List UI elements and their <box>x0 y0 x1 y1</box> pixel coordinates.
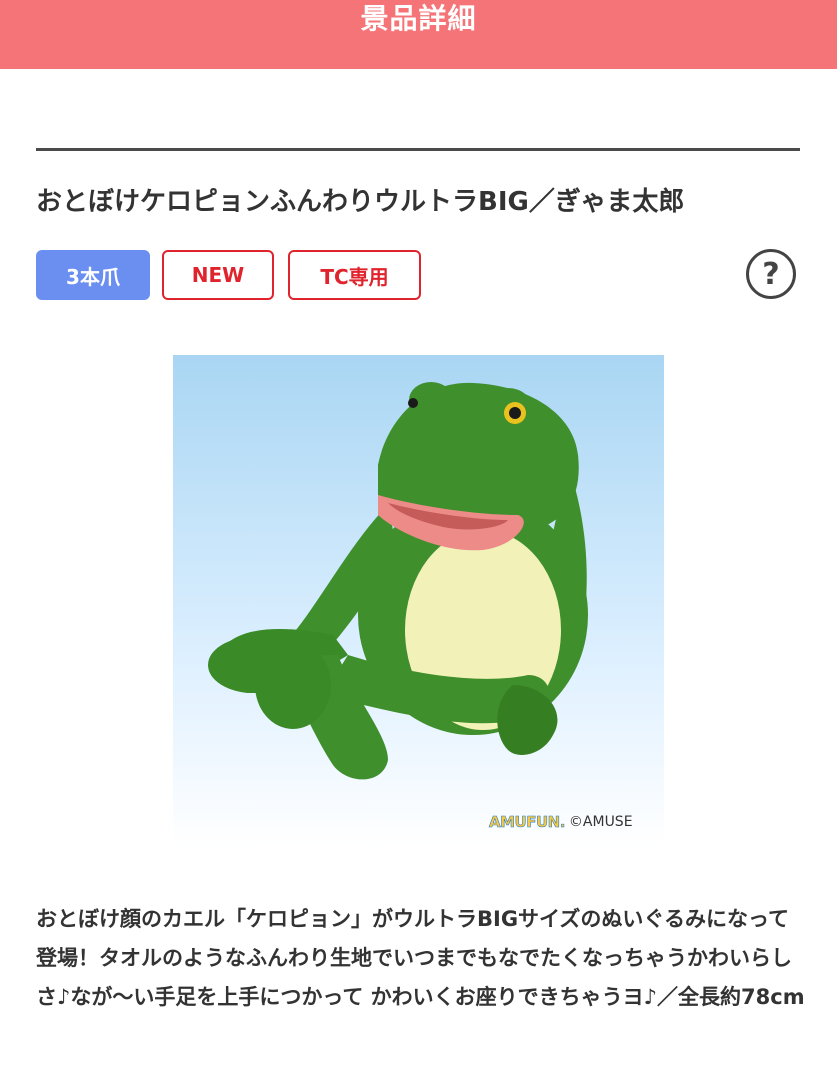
product-image: AMUFUN. ©AMUSE <box>173 355 664 846</box>
tag-claw-type: 3本爪 <box>36 250 150 300</box>
amufun-logo: AMUFUN. <box>489 813 566 832</box>
image-credit: AMUFUN. ©AMUSE <box>489 813 633 832</box>
product-description: おとぼけ顔のカエル「ケロピョン」がウルトラBIGサイズのぬいぐるみになって登場！… <box>36 907 805 1009</box>
question-circle-icon[interactable]: ? <box>746 249 796 299</box>
tag-tc-only: TC専用 <box>288 250 421 300</box>
product-title: おとぼけケロピョンふんわりウルトラBIG／ぎゃま太郎 <box>36 187 685 217</box>
divider <box>36 148 800 151</box>
page-title: 景品詳細 <box>360 2 477 35</box>
page-header: 景品詳細 <box>0 0 837 69</box>
copyright-text: ©AMUSE <box>568 814 633 830</box>
frog-plush-illustration <box>208 382 588 780</box>
tag-new: NEW <box>162 250 274 300</box>
